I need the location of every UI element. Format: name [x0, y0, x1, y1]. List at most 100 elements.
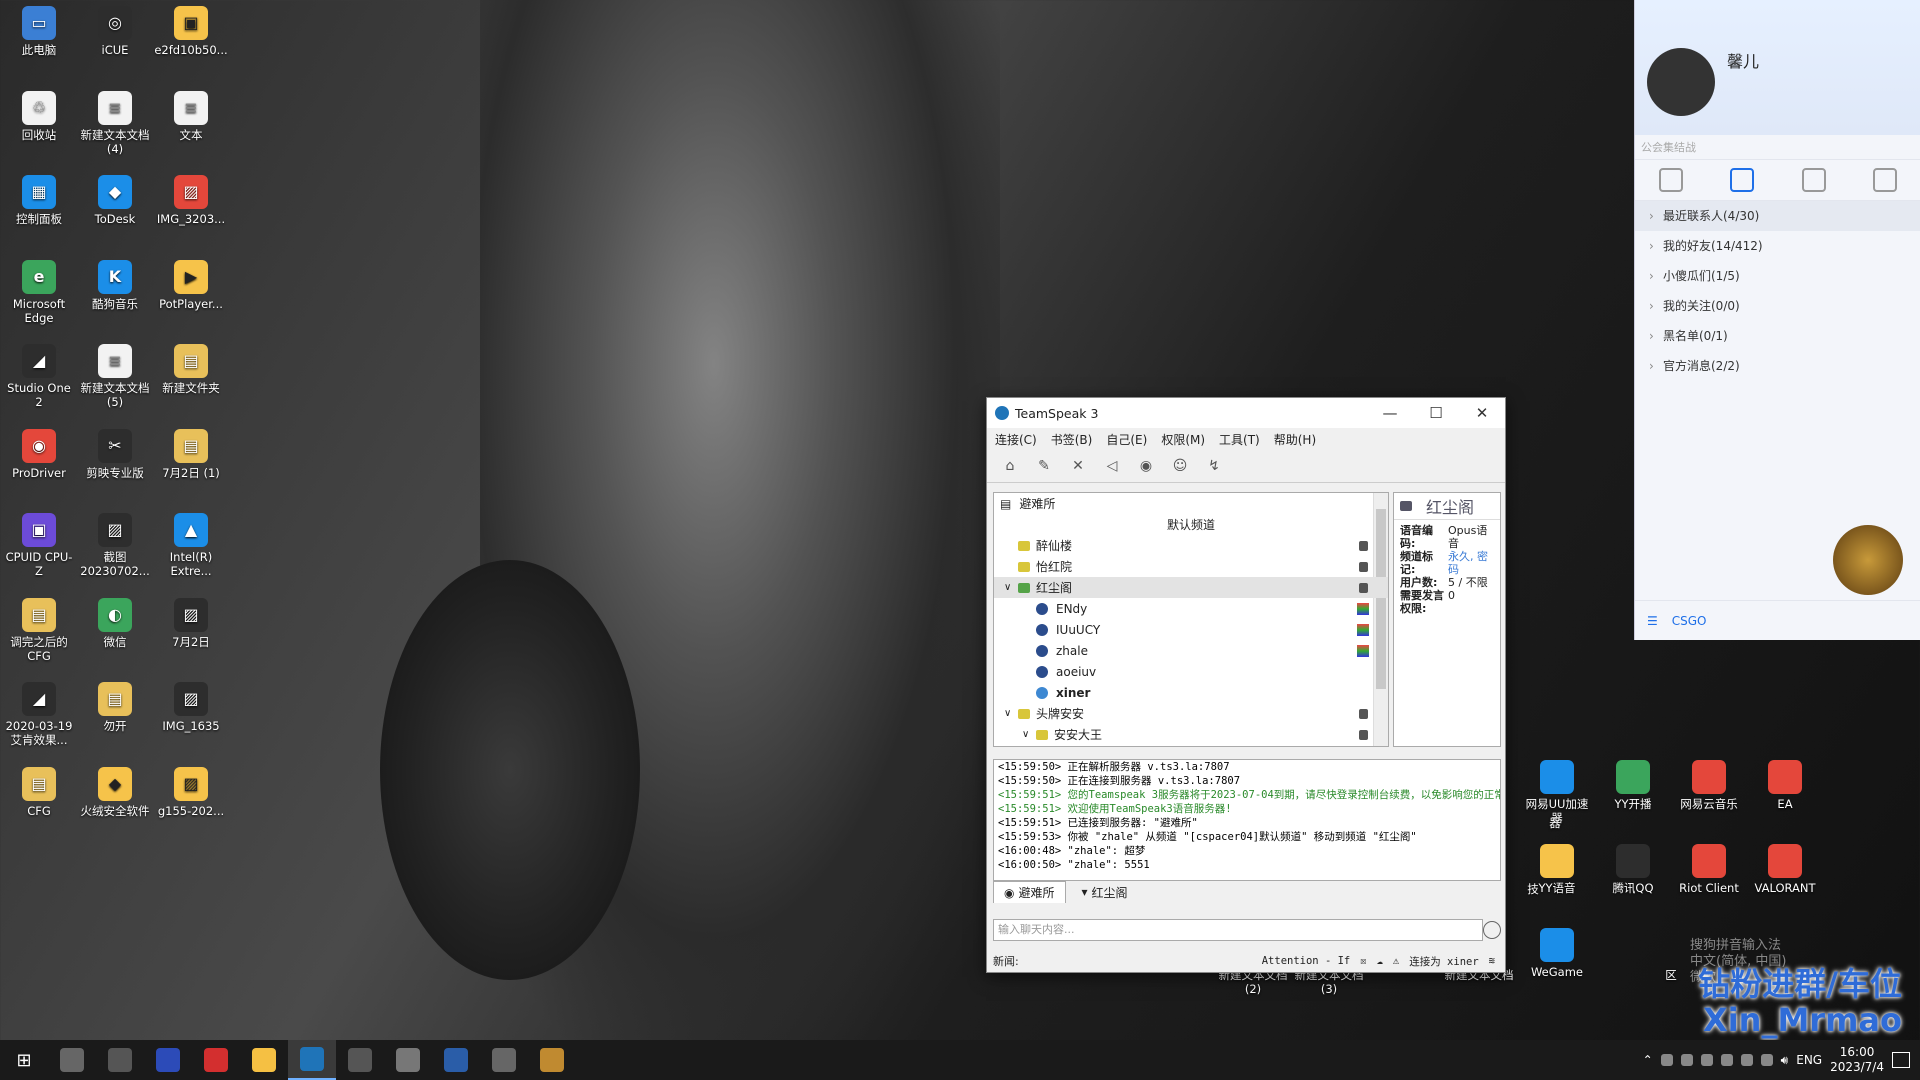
desktop-icon-label[interactable]: 器 [1518, 816, 1592, 830]
desktop-icon[interactable]: ≡ 新建文本文档 (5) [78, 344, 152, 409]
steam-icon[interactable] [432, 1040, 480, 1080]
desktop-icon[interactable]: ▨ 7月2日 [154, 597, 228, 649]
chevron-down-icon[interactable]: ∨ [1004, 582, 1011, 593]
desktop-icon[interactable]: WeGame [1520, 928, 1594, 979]
tree-row[interactable]: xiner [994, 682, 1388, 703]
qq-group-item[interactable]: 最近联系人(4/30) [1635, 201, 1920, 231]
away-icon[interactable]: ◉ [1135, 455, 1157, 477]
qq-group-item[interactable]: 小傻瓜们(1/5) [1635, 261, 1920, 291]
desktop-icon[interactable]: K 酷狗音乐 [78, 259, 152, 311]
desktop-icon[interactable]: ▤ 勿开 [78, 682, 152, 733]
desktop-icon[interactable]: e Microsoft Edge [2, 259, 76, 325]
desktop-icon[interactable]: ▭ 此电脑 [2, 6, 76, 57]
emoji-icon[interactable] [1483, 921, 1501, 939]
studio-one-icon[interactable] [96, 1040, 144, 1080]
maximize-button[interactable]: ☐ [1413, 404, 1459, 422]
app-window-icon[interactable] [336, 1040, 384, 1080]
tray-icon[interactable] [1740, 1054, 1753, 1066]
desktop-icon[interactable]: ≡ 新建文本文档 (4) [78, 90, 152, 156]
desktop-icon[interactable]: ▣ e2fd10b50... [154, 6, 228, 57]
desktop-icon[interactable]: ◢ 2020-03-19 艾肯效果... [2, 682, 76, 747]
language-indicator[interactable]: ENG [1796, 1053, 1822, 1067]
desktop-icon[interactable]: ▶ PotPlayer... [154, 259, 228, 311]
tree-row[interactable]: ▤ 避难所 [994, 493, 1388, 514]
desktop-icon[interactable]: Riot Client [1672, 844, 1746, 895]
tray-icon[interactable] [1660, 1054, 1673, 1066]
desktop-icon[interactable]: EA [1748, 760, 1822, 811]
qq-group-item[interactable]: 我的关注(0/0) [1635, 291, 1920, 321]
desktop-icon[interactable]: ◆ ToDesk [78, 175, 152, 226]
home-icon[interactable] [1658, 168, 1683, 192]
teamspeak-icon[interactable] [288, 1040, 336, 1080]
tab-channel[interactable]: ▾ 红尘阁 [1072, 881, 1138, 903]
desktop-icon[interactable]: ▨ IMG_3203... [154, 175, 228, 226]
chevron-down-icon[interactable]: ∨ [1022, 729, 1029, 740]
chevron-up-icon[interactable]: ⌃ [1643, 1053, 1653, 1067]
desktop-icon[interactable]: ◆ 火绒安全软件 [78, 766, 152, 818]
desktop-icon[interactable]: ◢ Studio One 2 [2, 344, 76, 409]
clock[interactable]: 16:00 2023/7/4 [1830, 1045, 1884, 1075]
chat-input[interactable]: 输入聊天内容... [993, 919, 1483, 941]
menu-icon[interactable]: ☰ [1647, 614, 1658, 628]
menu-item[interactable]: 连接(C) [995, 431, 1037, 448]
netease-music-icon[interactable] [192, 1040, 240, 1080]
task-view-icon[interactable] [48, 1040, 96, 1080]
game-badge-icon[interactable] [1833, 525, 1903, 595]
contacts-icon[interactable]: ☺ [1169, 455, 1191, 477]
minimize-button[interactable]: — [1367, 404, 1413, 422]
desktop-icon[interactable]: ▲ Intel(R) Extre... [154, 513, 228, 578]
tray-icon[interactable] [1760, 1054, 1773, 1066]
csgo-icon[interactable] [384, 1040, 432, 1080]
desktop-icon[interactable]: ▨ IMG_1635 [154, 682, 228, 733]
desktop-icon[interactable]: ◐ 微信 [78, 597, 152, 649]
menu-item[interactable]: 权限(M) [1161, 431, 1205, 448]
qq-signature[interactable]: 公会集结战 [1635, 135, 1920, 160]
tree-row[interactable]: zhale [994, 640, 1388, 661]
tree-row[interactable]: 默认频道 [994, 514, 1388, 535]
apps-icon[interactable] [1873, 168, 1898, 192]
desktop-icon[interactable]: ▨ g155-202... [154, 766, 228, 818]
tree-row[interactable]: aoeiuv [994, 661, 1388, 682]
desktop-icon[interactable]: ▦ 控制面板 [2, 175, 76, 226]
desktop-icon[interactable]: 腾讯QQ [1596, 844, 1670, 895]
cpu-app-icon[interactable] [480, 1040, 528, 1080]
tree-row[interactable]: ∨ 安安大王 [994, 724, 1388, 745]
chevron-down-icon[interactable]: ∨ [1004, 708, 1011, 719]
qq-bottom-label[interactable]: CSGO [1672, 614, 1707, 628]
folder-app-icon[interactable] [528, 1040, 576, 1080]
wegame-face-icon[interactable] [240, 1040, 288, 1080]
mute-speaker-icon[interactable]: ◁ [1101, 455, 1123, 477]
se-app-icon[interactable] [144, 1040, 192, 1080]
tab-server[interactable]: ◉ 避难所 [993, 881, 1066, 903]
menu-item[interactable]: 帮助(H) [1274, 431, 1316, 448]
qq-group-item[interactable]: 黑名单(0/1) [1635, 321, 1920, 351]
desktop-icon[interactable]: ▤ 调完之后的 CFG [2, 597, 76, 663]
tree-row[interactable]: 怡红院 [994, 556, 1388, 577]
desktop-icon[interactable]: VALORANT [1748, 844, 1822, 895]
desktop-icon[interactable]: ✂ 剪映专业版 [78, 428, 152, 480]
whisper-icon[interactable]: ↯ [1203, 455, 1225, 477]
connect-icon[interactable]: ⌂ [999, 455, 1021, 477]
desktop-icon[interactable]: 网易云音乐 [1672, 760, 1746, 811]
close-news-icon[interactable]: ☒ [1360, 955, 1366, 967]
tray-icon[interactable] [1680, 1054, 1693, 1066]
desktop-icon[interactable]: YY开播 [1596, 760, 1670, 811]
tray-icon[interactable] [1720, 1054, 1733, 1066]
menu-item[interactable]: 自己(E) [1106, 431, 1147, 448]
tree-row[interactable]: 醉仙楼 [994, 535, 1388, 556]
tree-row[interactable]: ENdy [994, 598, 1388, 619]
close-button[interactable]: ✕ [1459, 404, 1505, 422]
notification-icon[interactable] [1892, 1052, 1910, 1068]
group-icon[interactable] [1801, 168, 1826, 192]
desktop-icon[interactable]: ♲ 回收站 [2, 90, 76, 142]
mute-mic-icon[interactable]: ✕ [1067, 455, 1089, 477]
warning-icon[interactable]: ⚠ [1393, 955, 1399, 967]
desktop-icon[interactable]: ▨ 截图 20230702... [78, 513, 152, 578]
desktop-icon[interactable]: ◎ iCUE [78, 6, 152, 57]
tree-row[interactable]: ∨ 红尘阁 [994, 577, 1388, 598]
tree-row[interactable]: ∨ 头牌安安 [994, 703, 1388, 724]
desktop-icon[interactable]: ▣ CPUID CPU-Z [2, 513, 76, 578]
menu-item[interactable]: 书签(B) [1051, 431, 1093, 448]
disconnect-icon[interactable]: ✎ [1033, 455, 1055, 477]
desktop-icon[interactable]: ▤ CFG [2, 766, 76, 818]
